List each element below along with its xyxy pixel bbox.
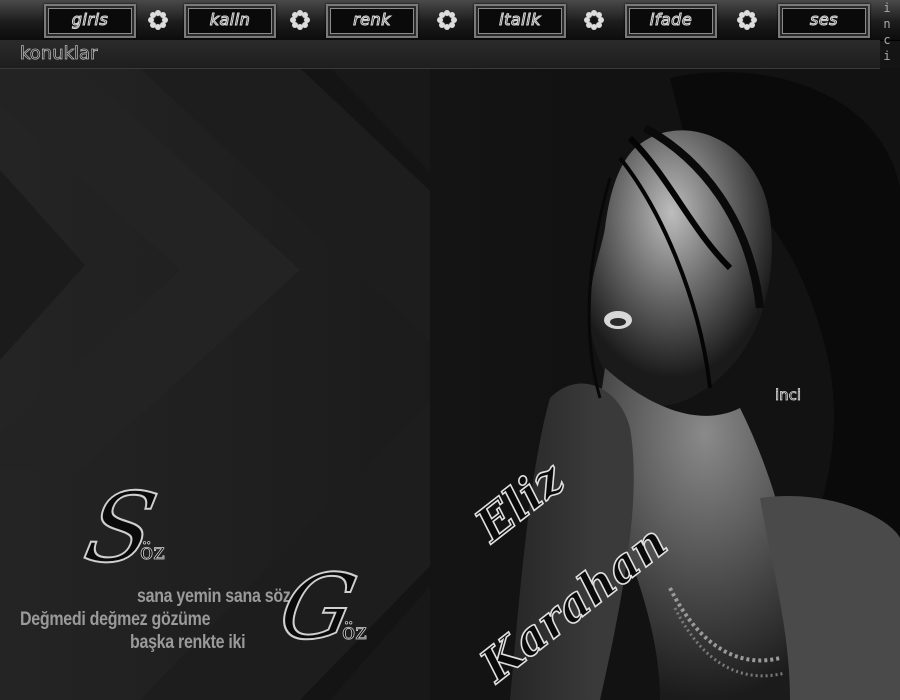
portrait-photo bbox=[430, 68, 900, 700]
menu-button-label: kalin bbox=[209, 10, 251, 30]
poem-line-3: başka renkte iki bbox=[130, 632, 246, 653]
side-letter: n bbox=[883, 17, 891, 31]
menu-button-renk[interactable]: renk bbox=[326, 4, 418, 38]
side-letters: i n c i bbox=[880, 0, 894, 64]
sub-bar: konuklar bbox=[0, 40, 880, 69]
side-letter: c bbox=[883, 33, 891, 47]
flower-icon bbox=[737, 10, 757, 30]
poem-word-goz: öz bbox=[342, 620, 368, 646]
side-letter: i bbox=[883, 1, 891, 15]
menu-button-giris[interactable]: giris bbox=[44, 4, 136, 38]
menu-button-label: italik bbox=[499, 10, 541, 30]
inci-watermark: inci bbox=[775, 386, 802, 405]
page: giris kalin renk italik ifade ses i n c … bbox=[0, 0, 900, 700]
flower-icon bbox=[584, 10, 604, 30]
menu-button-label: ifade bbox=[649, 10, 693, 30]
menu-button-label: renk bbox=[353, 10, 391, 30]
flower-icon bbox=[148, 10, 168, 30]
side-letter: i bbox=[883, 49, 891, 63]
poem-line-2: Değmedi değmez gözüme bbox=[20, 609, 211, 630]
menu-button-kalin[interactable]: kalin bbox=[184, 4, 276, 38]
top-menu-bar: giris kalin renk italik ifade ses bbox=[0, 0, 900, 41]
menu-button-ses[interactable]: ses bbox=[778, 4, 870, 38]
menu-button-italik[interactable]: italik bbox=[474, 4, 566, 38]
menu-button-label: giris bbox=[71, 10, 109, 30]
poem-word-soz: öz bbox=[140, 540, 166, 566]
konuklar-link[interactable]: konuklar bbox=[20, 43, 98, 65]
menu-button-label: ses bbox=[809, 10, 838, 30]
poem-line-1: sana yemin sana söz bbox=[137, 586, 291, 607]
flower-icon bbox=[437, 10, 457, 30]
flower-icon bbox=[290, 10, 310, 30]
menu-button-ifade[interactable]: ifade bbox=[625, 4, 717, 38]
